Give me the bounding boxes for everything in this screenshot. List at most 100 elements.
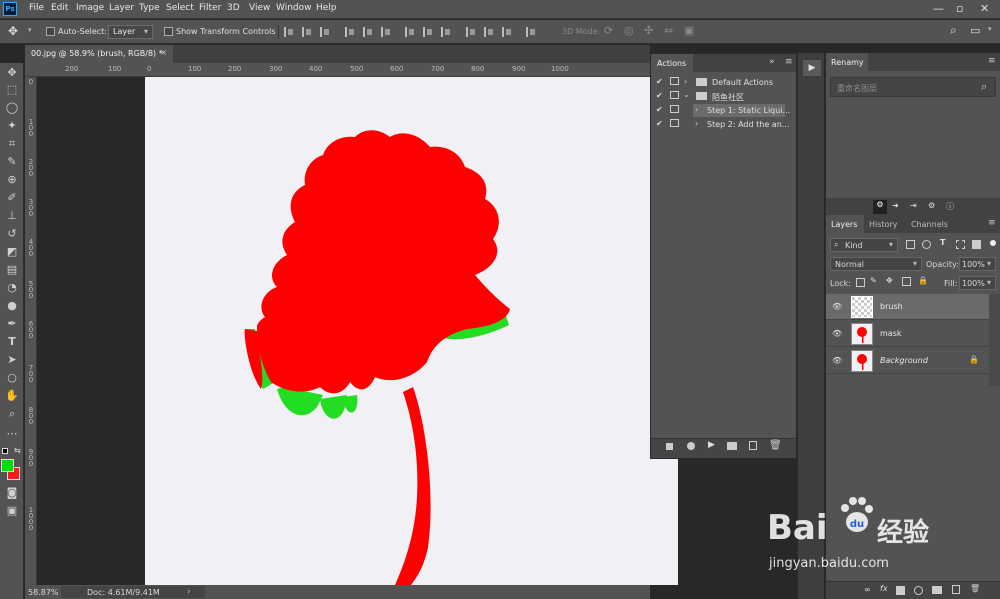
3d-slide-icon[interactable]: ⇔ bbox=[664, 24, 673, 37]
dialog-toggle-icon[interactable] bbox=[670, 105, 679, 113]
menu-select[interactable]: Select bbox=[166, 3, 194, 13]
visibility-eye-icon[interactable]: 👁 bbox=[832, 329, 842, 338]
check-icon[interactable]: ✔ bbox=[656, 105, 663, 114]
menu-help[interactable]: Help bbox=[316, 3, 337, 13]
distribute-left-icon[interactable] bbox=[466, 27, 476, 37]
auto-align-icon[interactable] bbox=[526, 27, 536, 37]
magic-wand-tool-icon[interactable]: ✦ bbox=[4, 118, 20, 134]
filter-smart-icon[interactable] bbox=[972, 240, 981, 249]
distribute-bottom-icon[interactable] bbox=[441, 27, 451, 37]
opacity-field[interactable]: 100% ▾ bbox=[959, 257, 996, 271]
adjustment-layer-icon[interactable] bbox=[914, 586, 923, 595]
swap-colors-icon[interactable]: ⇆ bbox=[14, 446, 21, 455]
workspace-icon[interactable]: ▭ bbox=[970, 24, 980, 37]
check-icon[interactable]: ✔ bbox=[656, 91, 663, 100]
menu-edit[interactable]: Edit bbox=[51, 3, 68, 13]
menu-view[interactable]: View bbox=[249, 3, 270, 13]
filter-shape-icon[interactable] bbox=[956, 240, 965, 249]
dialog-toggle-icon[interactable] bbox=[670, 119, 679, 127]
clone-stamp-tool-icon[interactable]: ⊥ bbox=[4, 208, 20, 224]
layer-row-background[interactable]: 👁 Background 🔒 bbox=[826, 348, 989, 374]
play-icon[interactable]: ▶ bbox=[708, 440, 715, 450]
panel-menu-icon[interactable]: ≡ bbox=[988, 56, 996, 66]
move-tool-icon[interactable]: ✥ bbox=[4, 65, 20, 81]
check-icon[interactable]: ✔ bbox=[656, 119, 663, 128]
lock-artboard-icon[interactable] bbox=[902, 277, 911, 286]
healing-tool-icon[interactable]: ⊕ bbox=[4, 172, 20, 188]
extension-icon[interactable]: ⚙ bbox=[873, 200, 887, 214]
expand-arrow-icon[interactable]: › bbox=[684, 77, 687, 86]
3d-rotate-icon[interactable]: ⟳ bbox=[604, 24, 613, 37]
layer-row-brush[interactable]: 👁 brush bbox=[826, 294, 989, 320]
visibility-eye-icon[interactable]: 👁 bbox=[832, 356, 842, 365]
3d-roll-icon[interactable]: ◎ bbox=[624, 24, 634, 37]
add-mask-icon[interactable] bbox=[896, 586, 905, 595]
dialog-toggle-icon[interactable] bbox=[670, 91, 679, 99]
blend-mode-dropdown[interactable]: Normal ▾ bbox=[830, 257, 922, 271]
filter-type-icon[interactable]: T bbox=[940, 238, 945, 247]
history-brush-tool-icon[interactable]: ↺ bbox=[4, 226, 20, 242]
blur-tool-icon[interactable]: ◔ bbox=[4, 280, 20, 296]
panel-menu-icon[interactable]: ≡ bbox=[785, 57, 793, 67]
close-tab-icon[interactable]: × bbox=[160, 48, 167, 57]
zoom-tool-icon[interactable]: ⌕ bbox=[4, 406, 20, 422]
filter-toggle-icon[interactable] bbox=[990, 240, 996, 246]
layer-row-mask[interactable]: 👁 mask bbox=[826, 321, 989, 347]
3d-pan-icon[interactable]: ✣ bbox=[644, 24, 653, 37]
stop-icon[interactable] bbox=[666, 443, 673, 450]
search-icon[interactable]: ⌕ bbox=[981, 80, 987, 94]
export-icon[interactable]: ➜ bbox=[892, 201, 899, 210]
menu-image[interactable]: Image bbox=[76, 3, 104, 13]
distribute-hcenter-icon[interactable] bbox=[484, 27, 494, 37]
collapse-arrow-icon[interactable]: ⌄ bbox=[683, 90, 690, 99]
pen-tool-icon[interactable]: ✒ bbox=[4, 316, 20, 332]
type-tool-icon[interactable]: T bbox=[4, 334, 20, 350]
menu-window[interactable]: Window bbox=[276, 3, 312, 13]
link-layers-icon[interactable]: ∞ bbox=[864, 585, 871, 594]
document-tab[interactable]: 00.jpg @ 58.9% (brush, RGB/8) * × bbox=[25, 45, 173, 63]
close-window-button[interactable]: ✕ bbox=[980, 2, 989, 15]
action-set-row[interactable]: ✔ › Default Actions bbox=[651, 76, 796, 90]
align-hcenter-icon[interactable] bbox=[302, 27, 312, 37]
play-action-icon[interactable]: ▶ bbox=[803, 60, 821, 76]
new-action-icon[interactable] bbox=[749, 441, 757, 450]
filter-pixel-icon[interactable] bbox=[906, 240, 915, 249]
fx-icon[interactable]: fx bbox=[880, 584, 888, 593]
eraser-tool-icon[interactable]: ◩ bbox=[4, 244, 20, 260]
tab-history[interactable]: History bbox=[864, 215, 906, 233]
status-menu-arrow[interactable]: › bbox=[187, 587, 191, 597]
more-tools-icon[interactable]: ⋯ bbox=[4, 426, 20, 442]
panel-menu-icon[interactable]: ≡ bbox=[988, 218, 996, 228]
rename-input[interactable]: 重命名图层 ⌕ bbox=[830, 77, 996, 97]
align-right-icon[interactable] bbox=[320, 27, 330, 37]
fill-field[interactable]: 100% ▾ bbox=[959, 276, 996, 290]
import-icon[interactable]: ⇥ bbox=[910, 201, 917, 210]
chevron-down-icon[interactable]: ▾ bbox=[28, 26, 32, 34]
ellipse-tool-icon[interactable]: ○ bbox=[4, 370, 20, 386]
menu-3d[interactable]: 3D bbox=[227, 3, 240, 13]
foreground-color-swatch[interactable] bbox=[1, 459, 14, 472]
path-selection-tool-icon[interactable]: ➤ bbox=[4, 352, 20, 368]
trash-icon[interactable]: 🗑 bbox=[769, 440, 782, 451]
renamy-tab[interactable]: Renamy bbox=[826, 53, 868, 71]
crop-tool-icon[interactable]: ⌗ bbox=[4, 136, 20, 152]
default-colors-icon[interactable] bbox=[2, 448, 8, 454]
record-icon[interactable] bbox=[687, 442, 695, 450]
expand-arrow-icon[interactable]: › bbox=[695, 119, 698, 128]
distribute-vcenter-icon[interactable] bbox=[423, 27, 433, 37]
lock-all-icon[interactable]: 🔒 bbox=[918, 276, 928, 285]
gradient-tool-icon[interactable]: ▤ bbox=[4, 262, 20, 278]
zoom-level[interactable]: 58.87% bbox=[28, 588, 59, 597]
tab-channels[interactable]: Channels bbox=[906, 215, 952, 233]
new-group-icon[interactable] bbox=[932, 586, 942, 594]
menu-file[interactable]: File bbox=[29, 3, 44, 13]
auto-select-checkbox[interactable] bbox=[46, 27, 55, 36]
lasso-tool-icon[interactable]: ◯ bbox=[4, 100, 20, 116]
collapse-panel-icon[interactable]: » bbox=[769, 57, 775, 67]
minimize-button[interactable]: — bbox=[933, 2, 944, 15]
distribute-right-icon[interactable] bbox=[502, 27, 512, 37]
action-row[interactable]: ✔ › Step 1: Static Liqui... bbox=[651, 104, 796, 118]
menu-type[interactable]: Type bbox=[139, 3, 160, 13]
new-layer-icon[interactable] bbox=[952, 585, 960, 594]
lock-transparent-icon[interactable] bbox=[856, 278, 865, 287]
